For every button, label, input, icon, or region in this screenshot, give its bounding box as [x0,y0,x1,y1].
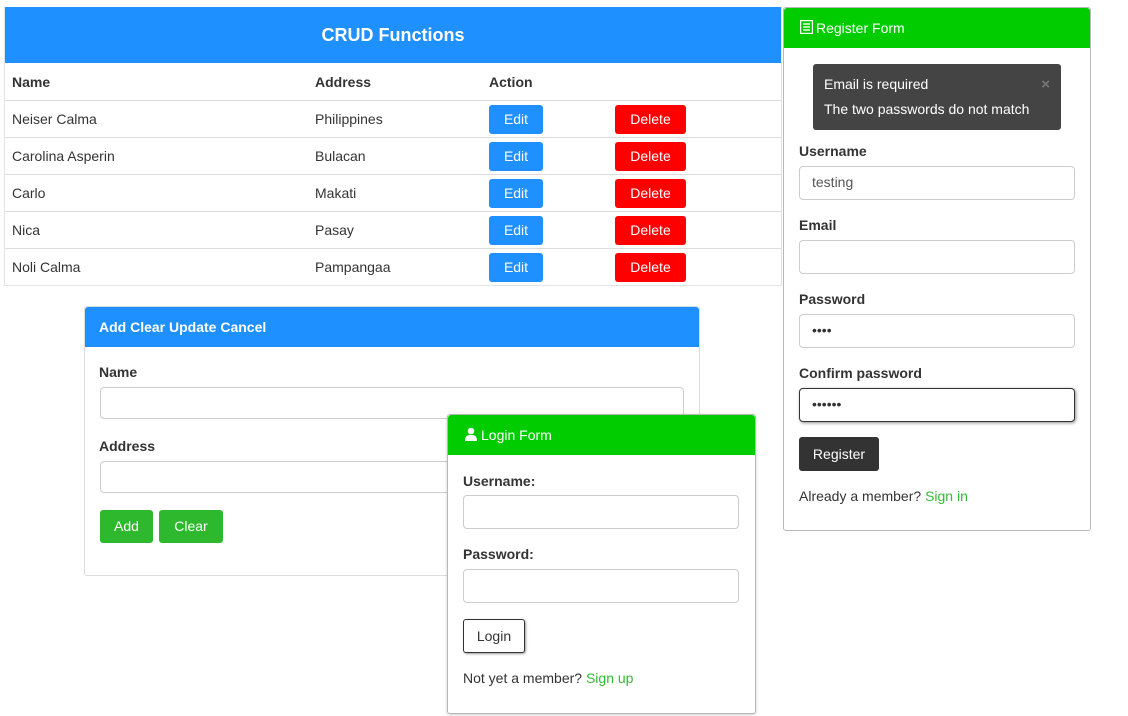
row-name: Carolina Asperin [12,148,115,164]
delete-button[interactable]: Delete [615,141,686,171]
delete-button[interactable]: Delete [615,178,686,208]
column-header-action: Action [489,73,533,90]
login-username-input[interactable] [463,495,739,529]
list-icon [799,19,814,37]
table-row: Noli Calma Pampangaa Edit Delete [5,249,781,285]
row-address: Philippines [315,111,383,127]
row-address: Pampangaa [315,259,391,275]
edit-button[interactable]: Edit [489,178,543,208]
error-alert: Email is required The two passwords do n… [813,64,1061,130]
column-header-address: Address [315,73,372,90]
add-panel-title: Add Clear Update Cancel [85,307,699,347]
confirm-password-input[interactable]: •••••• [799,388,1075,422]
login-username-label: Username: [463,473,536,489]
confirm-password-label: Confirm password [799,365,922,381]
login-password-input[interactable] [463,569,739,603]
row-address: Makati [315,185,357,201]
delete-button[interactable]: Delete [615,215,686,245]
login-footer: Not yet a member? Sign up [463,670,633,686]
add-button[interactable]: Add [100,510,153,543]
register-form: Register Form Email is required The two … [783,7,1091,531]
register-form-title: Register Form [816,20,905,36]
login-password-label: Password: [463,546,534,562]
table-header-row: Name Address Action [5,63,781,101]
table-row: Carlo Makati Edit Delete [5,175,781,212]
error-message: Email is required [824,76,929,92]
crud-table: CRUD Functions Name Address Action Neise… [4,7,782,286]
register-password-label: Password [799,291,866,307]
login-button[interactable]: Login [463,619,525,653]
edit-button[interactable]: Edit [489,252,543,282]
row-name: Noli Calma [12,259,81,275]
clear-button[interactable]: Clear [159,510,223,543]
register-footer-text: Already a member? [799,488,922,504]
column-header-name: Name [12,73,51,90]
register-button[interactable]: Register [799,437,879,471]
table-row: Carolina Asperin Bulacan Edit Delete [5,138,781,175]
register-password-input[interactable]: •••• [799,314,1075,348]
login-form-title: Login Form [481,427,552,443]
delete-button[interactable]: Delete [615,252,686,282]
row-address: Pasay [315,222,354,238]
login-form-header: Login Form [448,415,755,455]
register-username-input[interactable]: testing [799,166,1075,200]
row-name: Neiser Calma [12,111,97,127]
edit-button[interactable]: Edit [489,141,543,171]
table-row: Neiser Calma Philippines Edit Delete [5,101,781,138]
register-form-header: Register Form [784,8,1090,48]
name-label: Name [99,364,138,380]
row-name: Carlo [12,185,46,201]
register-email-label: Email [799,217,837,233]
register-username-label: Username [799,143,867,159]
address-label: Address [99,438,156,454]
row-address: Bulacan [315,148,366,164]
user-icon [464,427,478,444]
error-message: The two passwords do not match [824,101,1030,117]
register-email-input[interactable] [799,240,1075,274]
crud-title: CRUD Functions [5,7,781,63]
close-icon[interactable]: × [1041,76,1050,93]
edit-button[interactable]: Edit [489,215,543,245]
edit-button[interactable]: Edit [489,104,543,134]
row-name: Nica [12,222,41,238]
login-form: Login Form Username: Password: Login Not… [447,414,756,714]
sign-in-link[interactable]: Sign in [925,488,968,504]
register-footer: Already a member? Sign in [799,488,968,504]
delete-button[interactable]: Delete [615,104,686,134]
login-footer-text: Not yet a member? [463,670,583,686]
table-row: Nica Pasay Edit Delete [5,212,781,249]
sign-up-link[interactable]: Sign up [586,670,633,686]
